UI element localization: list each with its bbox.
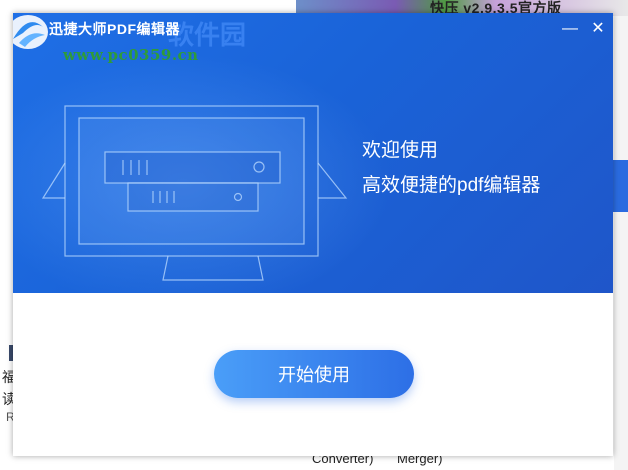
background-accent: [612, 160, 628, 212]
monitor-illustration-icon: [41, 105, 348, 281]
watermark-url: www.pc0359.cn: [63, 46, 199, 64]
close-button[interactable]: ✕: [588, 19, 608, 39]
window-title: 迅捷大师PDF编辑器: [49, 21, 180, 37]
welcome-heading: 欢迎使用: [362, 140, 439, 161]
titlebar: 软件园 迅捷大师PDF编辑器 — ✕: [13, 13, 613, 50]
welcome-banner: 软件园 迅捷大师PDF编辑器 — ✕ www.pc0359.cn 欢迎使用 高效…: [13, 13, 613, 293]
background-edge: [614, 16, 628, 470]
app-logo-icon: [13, 15, 48, 49]
start-button[interactable]: 开始使用: [214, 350, 414, 398]
minimize-button[interactable]: —: [560, 19, 580, 39]
welcome-dialog: 软件园 迅捷大师PDF编辑器 — ✕ www.pc0359.cn 欢迎使用 高效…: [13, 13, 613, 456]
welcome-subheading: 高效便捷的pdf编辑器: [362, 175, 541, 196]
